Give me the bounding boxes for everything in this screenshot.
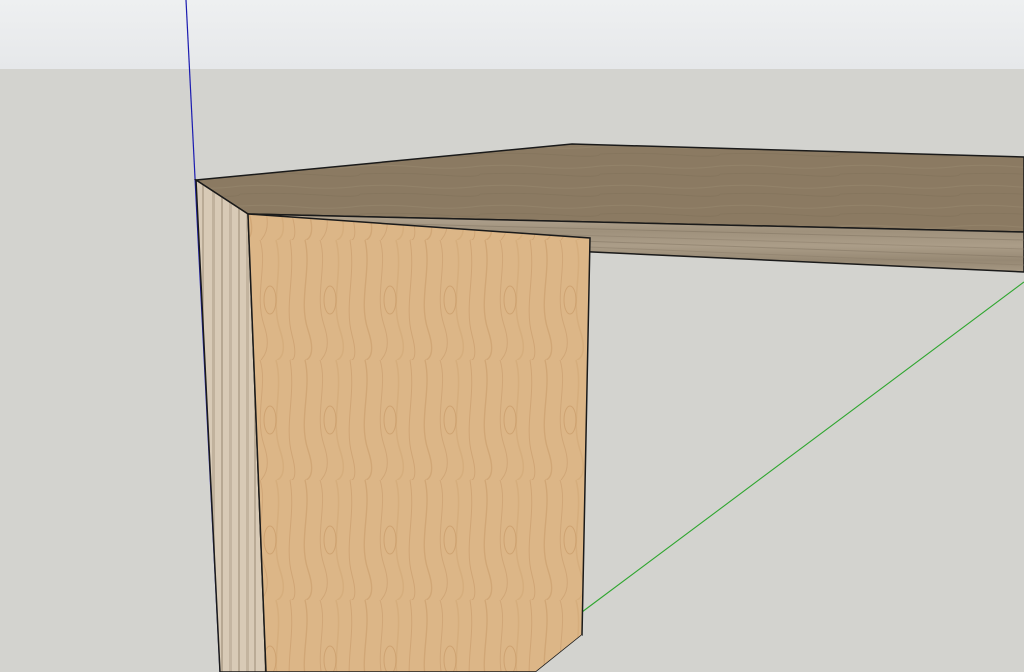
green-axis-line <box>581 281 1024 613</box>
3d-scene[interactable] <box>0 0 1024 672</box>
modeling-viewport[interactable] <box>0 0 1024 672</box>
table-leg-face[interactable] <box>247 213 591 672</box>
